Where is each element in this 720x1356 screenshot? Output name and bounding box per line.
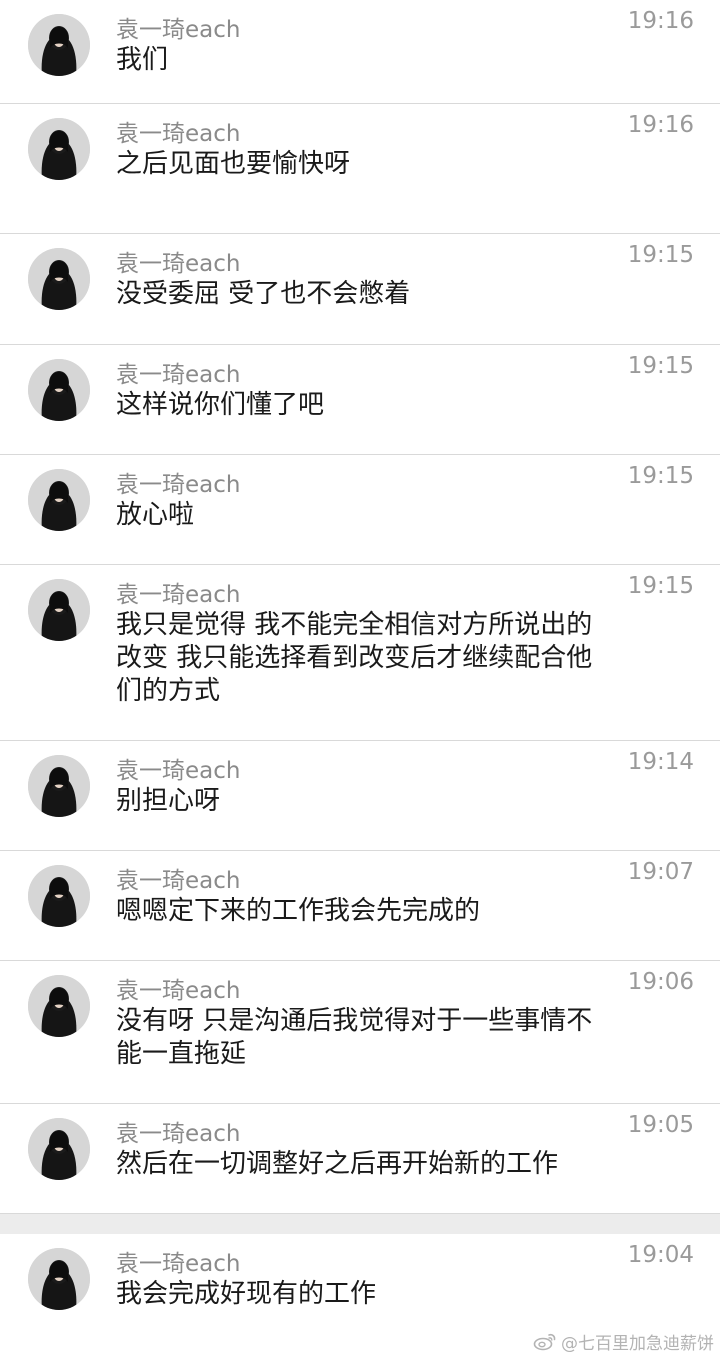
message-item[interactable]: 袁一琦each 19:07 嗯嗯定下来的工作我会先完成的: [0, 851, 720, 961]
avatar[interactable]: [28, 14, 90, 76]
avatar[interactable]: [28, 118, 90, 180]
message-time: 19:06: [627, 969, 694, 995]
message-time: 19:16: [627, 8, 694, 34]
avatar[interactable]: [28, 975, 90, 1037]
sender-name: 袁一琦each: [116, 472, 241, 498]
avatar[interactable]: [28, 865, 90, 927]
sender-name: 袁一琦each: [116, 1121, 241, 1147]
avatar[interactable]: [28, 1248, 90, 1310]
message-item[interactable]: 袁一琦each 19:05 然后在一切调整好之后再开始新的工作: [0, 1104, 720, 1214]
sender-name: 袁一琦each: [116, 17, 241, 43]
watermark: @七百里加急迪薪饼: [533, 1328, 714, 1354]
message-time: 19:15: [627, 573, 694, 599]
sender-name: 袁一琦each: [116, 251, 241, 277]
message-time: 19:16: [627, 112, 694, 138]
message-time: 19:15: [627, 353, 694, 379]
sender-name: 袁一琦each: [116, 1251, 241, 1277]
message-time: 19:04: [627, 1242, 694, 1268]
avatar[interactable]: [28, 359, 90, 421]
message-text: 没有呀 只是沟通后我觉得对于一些事情不能一直拖延: [116, 1006, 593, 1069]
sender-name: 袁一琦each: [116, 868, 241, 894]
message-item[interactable]: 袁一琦each 19:15 没受委屈 受了也不会憋着: [0, 234, 720, 345]
message-item[interactable]: 袁一琦each 19:16 我们: [0, 0, 720, 104]
message-item[interactable]: 袁一琦each 19:16 之后见面也要愉快呀: [0, 104, 720, 234]
message-item[interactable]: 袁一琦each 19:14 别担心呀: [0, 741, 720, 851]
message-time: 19:07: [627, 859, 694, 885]
message-text: 我会完成好现有的工作: [116, 1279, 377, 1309]
message-text: 之后见面也要愉快呀: [116, 149, 351, 179]
avatar[interactable]: [28, 579, 90, 641]
message-item[interactable]: 袁一琦each 19:15 这样说你们懂了吧: [0, 345, 720, 455]
sender-name: 袁一琦each: [116, 362, 241, 388]
avatar[interactable]: [28, 248, 90, 310]
message-text: 放心啦: [116, 500, 195, 530]
section-gap: [0, 1214, 720, 1234]
avatar[interactable]: [28, 755, 90, 817]
avatar[interactable]: [28, 469, 90, 531]
avatar[interactable]: [28, 1118, 90, 1180]
sender-name: 袁一琦each: [116, 121, 241, 147]
message-item[interactable]: 袁一琦each 19:15 我只是觉得 我不能完全相信对方所说出的改变 我只能选…: [0, 565, 720, 741]
sender-name: 袁一琦each: [116, 758, 241, 784]
sender-name: 袁一琦each: [116, 582, 241, 608]
message-time: 19:15: [627, 463, 694, 489]
message-text: 我只是觉得 我不能完全相信对方所说出的改变 我只能选择看到改变后才继续配合他们的…: [116, 610, 593, 706]
weibo-icon: [533, 1331, 557, 1351]
message-text: 我们: [116, 45, 169, 75]
message-item[interactable]: 袁一琦each 19:15 放心啦: [0, 455, 720, 565]
message-time: 19:15: [627, 242, 694, 268]
message-time: 19:05: [627, 1112, 694, 1138]
sender-name: 袁一琦each: [116, 978, 241, 1004]
message-text: 然后在一切调整好之后再开始新的工作: [116, 1149, 559, 1179]
message-item[interactable]: 袁一琦each 19:06 没有呀 只是沟通后我觉得对于一些事情不能一直拖延: [0, 961, 720, 1104]
message-text: 嗯嗯定下来的工作我会先完成的: [116, 896, 481, 926]
message-text: 这样说你们懂了吧: [116, 390, 325, 420]
message-text: 没受委屈 受了也不会憋着: [116, 279, 411, 309]
message-text: 别担心呀: [116, 786, 221, 816]
message-time: 19:14: [627, 749, 694, 775]
watermark-text: @七百里加急迪薪饼: [561, 1333, 714, 1354]
